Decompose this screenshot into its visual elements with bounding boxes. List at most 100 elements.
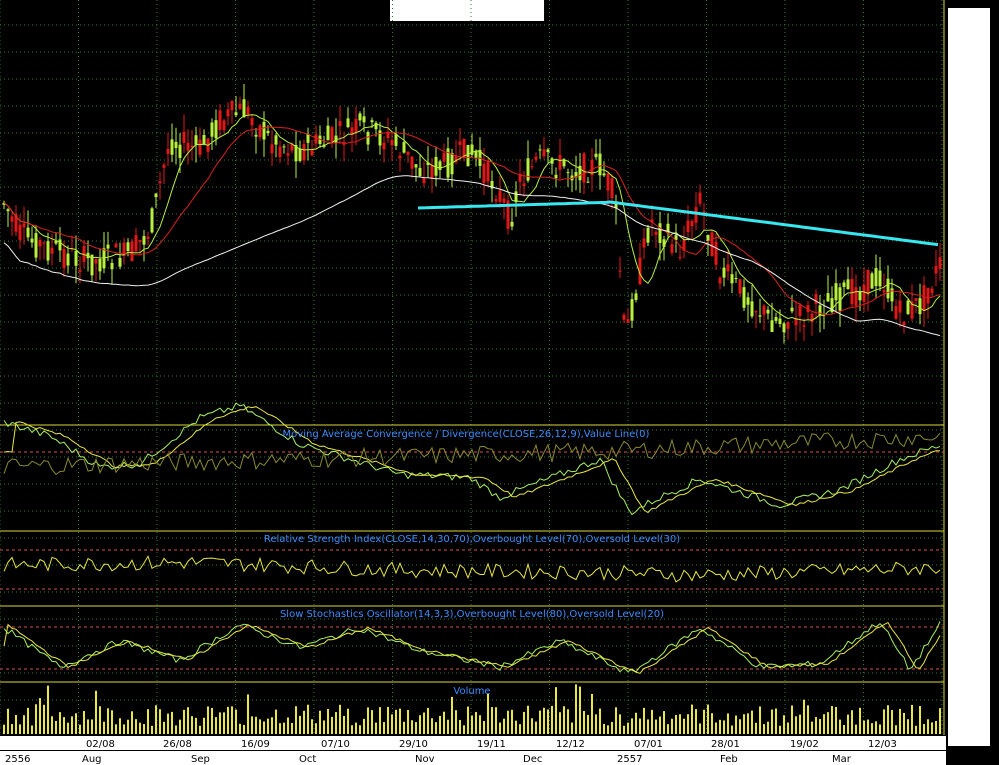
volume-bar	[719, 719, 721, 734]
candle-body	[802, 325, 806, 327]
volume-bar	[331, 716, 333, 734]
volume-bar	[323, 720, 325, 734]
candle-body	[626, 319, 630, 323]
candle-body	[566, 172, 570, 174]
volume-bar	[127, 719, 129, 734]
candle-body	[742, 287, 746, 308]
volume-bar	[375, 722, 377, 734]
volume-bar	[631, 718, 633, 734]
candle-body	[586, 181, 590, 183]
candle-body	[602, 173, 606, 176]
candle-body	[878, 270, 882, 287]
volume-bar	[571, 722, 573, 734]
volume-bar	[191, 716, 193, 734]
candle-body	[262, 121, 266, 140]
volume-bar	[891, 710, 893, 734]
candle-body	[370, 120, 374, 123]
volume-bar	[751, 710, 753, 734]
candle-body	[354, 118, 358, 133]
candle-body	[118, 257, 122, 267]
volume-bar	[939, 708, 941, 734]
rsi-line	[3, 555, 941, 583]
candle-body	[194, 135, 198, 145]
month-label: Mar	[832, 754, 852, 765]
volume-bar	[759, 706, 761, 734]
volume-bar	[727, 713, 729, 734]
volume-bar	[743, 714, 745, 734]
candle-body	[130, 241, 134, 262]
volume-bar	[679, 714, 681, 734]
volume-bar	[471, 715, 473, 734]
candle-body	[230, 101, 234, 111]
stochastic-panel	[0, 621, 944, 674]
candle-body	[214, 120, 218, 139]
candle-body	[686, 220, 690, 232]
candle-body	[926, 287, 930, 304]
volume-bar	[399, 708, 401, 734]
candle-body	[678, 257, 682, 259]
volume-bar	[647, 719, 649, 734]
volume-bar	[923, 724, 925, 734]
volume-bar	[763, 724, 765, 734]
candle-body	[778, 318, 782, 325]
volume-bar	[479, 715, 481, 734]
volume-bar	[175, 725, 177, 734]
volume-bar	[179, 719, 181, 734]
candle-body	[934, 265, 938, 274]
volume-bar	[687, 714, 689, 734]
candle-body	[258, 125, 262, 138]
volume-bar	[811, 721, 813, 734]
volume-bar	[783, 715, 785, 734]
volume-bar	[883, 709, 885, 734]
volume-bar	[275, 709, 277, 734]
candle-body	[266, 130, 270, 134]
volume-bar	[467, 706, 469, 734]
candle-body	[346, 118, 350, 128]
volume-bar	[651, 709, 653, 734]
volume-bar	[251, 716, 253, 734]
candle-body	[706, 235, 710, 241]
volume-bar	[503, 718, 505, 734]
candle-body	[170, 139, 174, 155]
volume-bar	[771, 709, 773, 734]
volume-bar	[219, 712, 221, 734]
candle-body	[202, 135, 206, 145]
volume-bar	[487, 693, 489, 734]
volume-bar	[507, 710, 509, 734]
candle-body	[746, 297, 750, 305]
volume-bar	[431, 718, 433, 734]
candle-body	[722, 267, 726, 278]
candle-body	[234, 112, 238, 116]
volume-bar	[151, 725, 153, 734]
volume-bar	[603, 723, 605, 734]
volume-bar	[99, 706, 101, 734]
volume-bar	[703, 709, 705, 734]
candle-body	[918, 298, 922, 315]
volume-bar	[283, 722, 285, 734]
volume-bar	[87, 719, 89, 734]
candle-body	[138, 239, 142, 242]
candle-body	[282, 146, 286, 148]
volume-bar	[47, 685, 49, 734]
candle-body	[34, 233, 38, 258]
volume-bar	[531, 718, 533, 734]
volume-bar	[103, 721, 105, 734]
candle-body	[238, 103, 242, 110]
candle-body	[646, 227, 650, 243]
candle-body	[762, 305, 766, 315]
candle-body	[270, 144, 274, 154]
volume-bar	[575, 684, 577, 734]
volume-bar	[439, 715, 441, 734]
volume-bar	[119, 718, 121, 734]
volume-bar	[735, 715, 737, 734]
volume-bar	[7, 708, 9, 734]
volume-bar	[39, 698, 41, 734]
candle-body	[694, 207, 698, 223]
volume-bar	[291, 722, 293, 734]
candle-body	[6, 209, 10, 212]
candle-body	[442, 152, 446, 162]
candle-body	[546, 149, 550, 153]
volume-bar	[235, 709, 237, 734]
candle-body	[250, 118, 254, 126]
volume-bar	[71, 716, 73, 734]
